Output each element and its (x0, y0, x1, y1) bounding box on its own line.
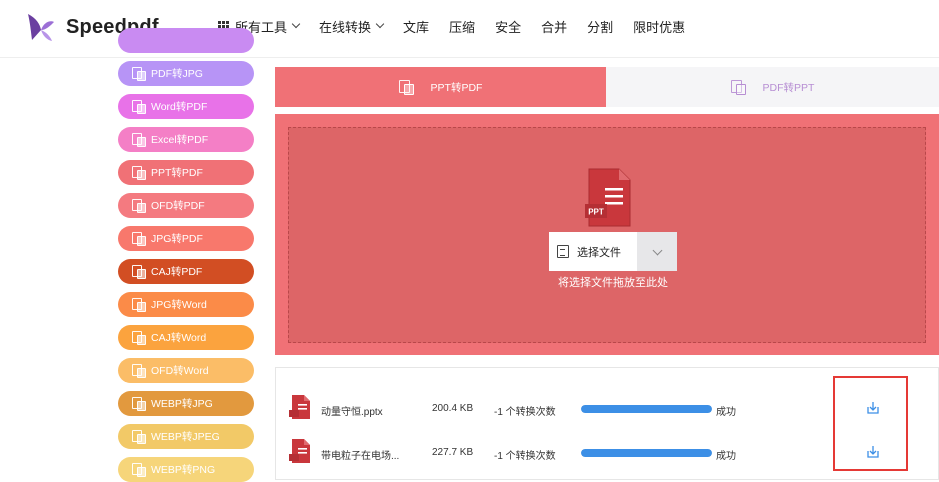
sidebar-item-label: WEBP转PNG (151, 464, 216, 476)
sidebar-item-label: PPT转PDF (151, 167, 203, 179)
file-row: 带电粒子在电场... 227.7 KB -1 个转换次数 成功 (276, 435, 939, 475)
image-file-icon (132, 430, 146, 444)
sidebar-item-12[interactable]: WEBP转JPEG (118, 424, 254, 449)
file-name: 带电粒子在电场... (321, 451, 400, 462)
sidebar-item-8[interactable]: JPG转Word (118, 292, 254, 317)
progress-fill (581, 449, 712, 457)
sidebar-item-5[interactable]: OFD转PDF (118, 193, 254, 218)
image-file-icon (132, 331, 146, 345)
nav-item-1[interactable]: 在线转换 (319, 17, 385, 36)
sidebar-item-label: WEBP转JPEG (151, 431, 220, 443)
document-icon (557, 245, 569, 258)
file-size: 227.7 KB (432, 447, 474, 458)
sidebar-item-10[interactable]: OFD转Word (118, 358, 254, 383)
sidebar-item-0[interactable] (118, 28, 254, 53)
nav-item-label: 限时优惠 (633, 19, 686, 35)
conversion-count: -1 个转换次数 (494, 451, 556, 462)
nav-item-label: 安全 (495, 19, 522, 35)
nav-item-7[interactable]: 限时优惠 (633, 17, 685, 36)
nav-item-5[interactable]: 合并 (541, 17, 567, 36)
nav-item-label: 文库 (403, 19, 430, 35)
sidebar-item-13[interactable]: WEBP转PNG (118, 457, 254, 482)
status-text: 成功 (716, 407, 736, 418)
image-file-icon (132, 100, 146, 114)
download-icon[interactable] (866, 445, 880, 459)
sidebar-item-label: CAJ转Word (151, 332, 207, 344)
image-file-icon (132, 298, 146, 312)
sidebar-item-4[interactable]: PPT转PDF (118, 160, 254, 185)
nav-item-label: 压缩 (449, 19, 476, 35)
select-file-label: 选择文件 (577, 246, 621, 259)
ppt-file-icon (289, 439, 310, 463)
status-text: 成功 (716, 451, 736, 462)
progress-bar (581, 449, 712, 457)
image-file-icon (132, 265, 146, 279)
nav-item-4[interactable]: 安全 (495, 17, 521, 36)
sidebar-item-label: Excel转PDF (151, 134, 209, 146)
sidebar-item-label: WEBP转JPG (151, 398, 213, 410)
chevron-down-icon (375, 19, 385, 29)
main-nav: 所有工具 在线转换 文库 压缩 安全 合并 分割 限时优惠 (218, 0, 705, 52)
tab-pdf-to-ppt[interactable]: PDF转PPT (606, 67, 939, 107)
sidebar-item-label: OFD转Word (151, 365, 209, 377)
image-file-icon (132, 397, 146, 411)
ppt-file-icon: PPT (585, 168, 631, 227)
sidebar-item-label: JPG转Word (151, 299, 207, 311)
sidebar-item-7[interactable]: CAJ转PDF (118, 259, 254, 284)
sidebar-item-3[interactable]: Excel转PDF (118, 127, 254, 152)
sidebar-item-6[interactable]: JPG转PDF (118, 226, 254, 251)
progress-bar (581, 405, 712, 413)
file-row: 动量守恒.pptx 200.4 KB -1 个转换次数 成功 (276, 391, 939, 431)
tab-label: PPT转PDF (430, 81, 483, 94)
image-file-icon (132, 364, 146, 378)
nav-item-label: 合并 (541, 19, 568, 35)
image-file-icon (132, 133, 146, 147)
sidebar-item-9[interactable]: CAJ转Word (118, 325, 254, 350)
converted-file-list: 动量守恒.pptx 200.4 KB -1 个转换次数 成功 带电粒子在电场... 227… (275, 367, 939, 480)
select-file-control: 选择文件 (549, 232, 677, 271)
sidebar-item-2[interactable]: Word转PDF (118, 94, 254, 119)
sidebar-item-1[interactable]: PDF转JPG (118, 61, 254, 86)
sidebar-item-label: PDF转JPG (151, 68, 203, 80)
file-name: 动量守恒.pptx (321, 407, 383, 418)
nav-item-6[interactable]: 分割 (587, 17, 613, 36)
sidebar-item-label: OFD转PDF (151, 200, 205, 212)
image-file-icon (132, 232, 146, 246)
image-file-icon (132, 166, 146, 180)
download-icon[interactable] (866, 401, 880, 415)
image-file-icon (398, 80, 414, 95)
nav-item-label: 在线转换 (319, 19, 372, 35)
chevron-down-icon (652, 245, 662, 255)
sidebar-item-11[interactable]: WEBP转JPG (118, 391, 254, 416)
logo-icon (28, 14, 54, 41)
image-file-icon (132, 199, 146, 213)
nav-item-2[interactable]: 文库 (403, 17, 429, 36)
progress-fill (581, 405, 712, 413)
select-source-dropdown[interactable] (637, 232, 677, 271)
select-file-button[interactable]: 选择文件 (549, 232, 637, 271)
tab-ppt-to-pdf[interactable]: PPT转PDF (275, 67, 606, 107)
image-file-icon (132, 463, 146, 477)
image-file-icon (132, 67, 146, 81)
file-type-badge: PPT (588, 208, 604, 217)
drop-hint-text: 将选择文件拖放至此处 (558, 277, 668, 289)
sidebar-item-label: JPG转PDF (151, 233, 203, 245)
tab-label: PDF转PPT (762, 81, 815, 94)
sidebar-item-label: Word转PDF (151, 101, 208, 113)
nav-item-3[interactable]: 压缩 (449, 17, 475, 36)
nav-item-label: 分割 (587, 19, 614, 35)
image-file-icon (730, 80, 746, 95)
sidebar-item-label: CAJ转PDF (151, 266, 203, 278)
conversion-count: -1 个转换次数 (494, 407, 556, 418)
ppt-file-icon (289, 395, 310, 419)
file-size: 200.4 KB (432, 403, 474, 414)
chevron-down-icon (291, 19, 301, 29)
